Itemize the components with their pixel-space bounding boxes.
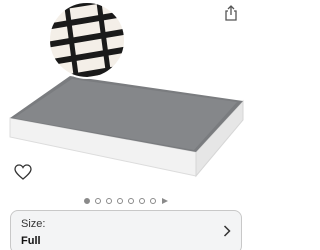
heart-outline-icon bbox=[14, 164, 32, 180]
share-button[interactable] bbox=[220, 2, 242, 24]
carousel-dot[interactable] bbox=[84, 198, 90, 204]
carousel-dot[interactable] bbox=[139, 198, 145, 204]
box-spring-illustration bbox=[9, 1, 244, 178]
video-play-icon[interactable] bbox=[162, 198, 168, 204]
carousel-dot[interactable] bbox=[150, 198, 156, 204]
carousel-dot[interactable] bbox=[95, 198, 101, 204]
carousel-dot[interactable] bbox=[128, 198, 134, 204]
size-value: Full bbox=[21, 235, 41, 247]
size-selector[interactable]: Size: Full bbox=[10, 210, 242, 250]
size-label: Size: bbox=[21, 218, 46, 230]
carousel-dot[interactable] bbox=[117, 198, 123, 204]
carousel-dot[interactable] bbox=[106, 198, 112, 204]
product-image[interactable] bbox=[0, 0, 250, 190]
chevron-right-icon bbox=[223, 225, 231, 237]
carousel-indicator bbox=[0, 196, 250, 206]
favorite-button[interactable] bbox=[12, 162, 34, 182]
share-icon bbox=[225, 5, 237, 21]
